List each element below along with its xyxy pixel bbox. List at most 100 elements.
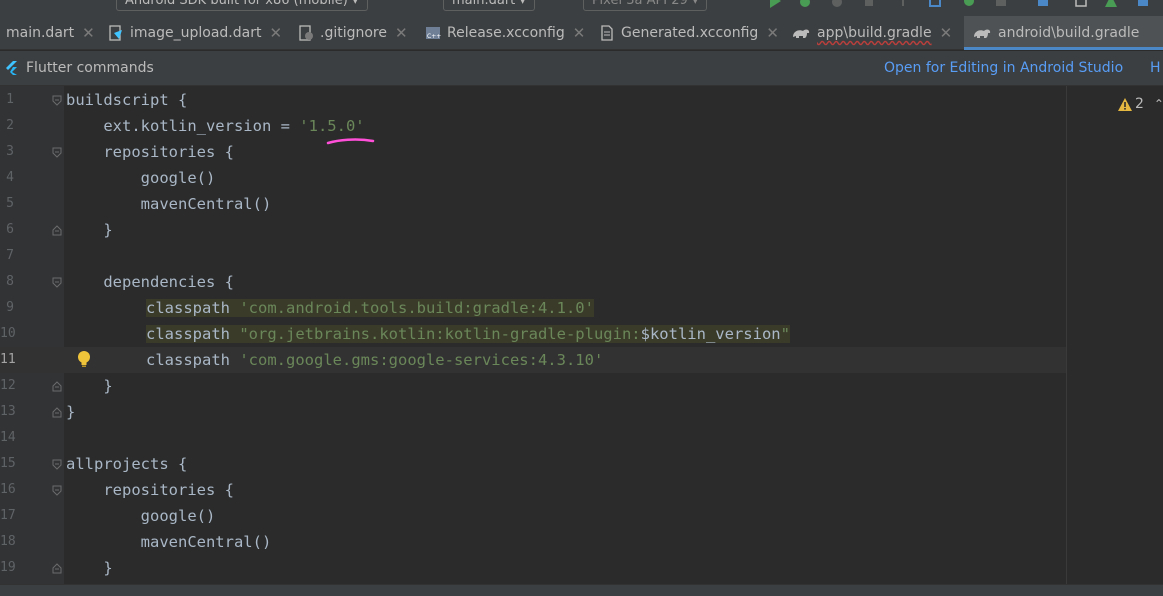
emulator-selector[interactable]: Pixel 3a API 29 ▾ — [583, 0, 708, 11]
emulator-label: Pixel 3a API 29 — [592, 0, 688, 8]
code-text: classpath 'com.android.tools.build:gradl… — [146, 295, 594, 321]
line-number: 3 — [6, 144, 14, 159]
run-icon[interactable] — [768, 0, 782, 8]
line-number: 2 — [6, 118, 14, 133]
code-line: 6 } — [0, 217, 1066, 243]
stop-icon[interactable] — [994, 0, 1008, 8]
code-line: 5 mavenCentral() — [0, 191, 1066, 217]
line-number: 4 — [6, 170, 14, 185]
apply-changes-icon[interactable] — [928, 0, 942, 8]
tab-android-build-gradle[interactable]: android\build.gradle — [964, 16, 1163, 50]
banner-title: Flutter commands — [26, 60, 154, 76]
code-token: classpath — [146, 351, 230, 369]
tab-label: android\build.gradle — [998, 25, 1140, 41]
inspection-widget[interactable]: 2 ⌃ — [1118, 96, 1163, 112]
editor-right-margin — [1066, 86, 1067, 584]
warning-count: 2 — [1135, 96, 1144, 112]
project-structure-icon[interactable] — [1136, 0, 1150, 8]
gradle-icon — [974, 29, 991, 38]
line-number: 19 — [0, 560, 16, 575]
close-icon[interactable]: ✕ — [82, 24, 95, 42]
fold-end-icon[interactable] — [52, 225, 62, 236]
code-line: 2 ext.kotlin_version = '1.5.0' — [0, 113, 1066, 139]
attach-icon[interactable] — [896, 0, 910, 8]
tab-main-dart[interactable]: main.dart ✕ — [6, 16, 95, 50]
code-line: 14 — [0, 425, 1066, 451]
code-line: 18 mavenCentral() — [0, 529, 1066, 555]
fold-icon[interactable] — [52, 485, 62, 496]
code-line: 16 repositories { — [0, 477, 1066, 503]
warning-icon — [1118, 97, 1132, 111]
code-text: mavenCentral() — [66, 195, 272, 213]
tab-label: app\build.gradle — [817, 25, 932, 41]
tab-image-upload-dart[interactable]: image_upload.dart ✕ — [108, 16, 282, 50]
code-line: 1 buildscript { — [0, 87, 1066, 113]
line-number: 15 — [0, 456, 16, 471]
tab-label: main.dart — [6, 25, 75, 41]
code-text: } — [66, 559, 113, 577]
chevron-up-icon[interactable]: ⌃ — [1154, 97, 1163, 111]
hot-reload-icon[interactable] — [830, 0, 844, 8]
line-number: 5 — [6, 196, 14, 211]
line-number: 7 — [6, 248, 14, 263]
line-number: 8 — [6, 274, 14, 289]
line-number: 11 — [0, 352, 16, 367]
cpp-file-icon: C++ — [426, 27, 441, 40]
flutter-icon — [6, 61, 17, 75]
close-icon[interactable]: ✕ — [395, 24, 408, 42]
hide-link[interactable]: H — [1150, 60, 1161, 76]
run-config-selector[interactable]: main.dart ▾ — [443, 0, 535, 11]
code-text: repositories { — [66, 143, 234, 161]
code-text: allprojects { — [66, 455, 188, 473]
code-line: 19 } — [0, 555, 1066, 581]
sdk-manager-icon[interactable] — [1104, 0, 1118, 8]
close-icon[interactable]: ✕ — [766, 24, 779, 42]
code-line-current: 11 classpath 'com.google.gms:google-serv… — [0, 347, 1066, 373]
fold-end-icon[interactable] — [52, 407, 62, 418]
line-number: 9 — [6, 300, 14, 315]
fold-icon[interactable] — [52, 277, 62, 288]
code-line: 3 repositories { — [0, 139, 1066, 165]
code-string: 'com.google.gms:google-services:4.3.10' — [239, 351, 604, 369]
device-selector[interactable]: Android SDK built for x86 (mobile) ▾ — [116, 0, 368, 11]
code-editor[interactable]: 1 buildscript { 2 ext.kotlin_version = '… — [0, 86, 1163, 584]
gradle-icon — [793, 29, 810, 38]
debug-icon[interactable] — [798, 0, 812, 8]
code-token: ext.kotlin_version = — [66, 117, 300, 135]
fold-icon[interactable] — [52, 147, 62, 158]
code-line: 15 allprojects { — [0, 451, 1066, 477]
line-number: 14 — [0, 430, 16, 445]
fold-icon[interactable] — [52, 95, 62, 106]
code-text: ext.kotlin_version = '1.5.0' — [66, 113, 365, 139]
layout-inspector-icon[interactable] — [1074, 0, 1088, 8]
editor-tab-bar: main.dart ✕ image_upload.dart ✕ .gitigno… — [0, 16, 1163, 50]
code-variable: $kotlin_version — [640, 325, 781, 343]
tab-generated-xcconfig[interactable]: Generated.xcconfig ✕ — [599, 16, 779, 50]
tab-release-xcconfig[interactable]: C++ Release.xcconfig ✕ — [425, 16, 585, 50]
fold-end-icon[interactable] — [52, 381, 62, 392]
close-icon[interactable]: ✕ — [940, 24, 953, 42]
lightbulb-icon[interactable] — [77, 350, 91, 368]
tab-gitignore[interactable]: .gitignore ✕ — [298, 16, 408, 50]
kotlin-version-string: '1.5.0' — [299, 117, 365, 135]
close-icon[interactable]: ✕ — [269, 24, 282, 42]
device-manager-icon[interactable] — [1036, 0, 1050, 8]
flutter-commands-banner: Flutter commands Open for Editing in And… — [0, 51, 1163, 86]
fold-icon[interactable] — [52, 459, 62, 470]
code-text: } — [66, 377, 113, 395]
code-text: mavenCentral() — [66, 533, 272, 551]
fold-end-icon[interactable] — [52, 563, 62, 574]
open-in-android-studio-link[interactable]: Open for Editing in Android Studio — [884, 60, 1123, 76]
code-line: 13 } — [0, 399, 1066, 425]
file-icon — [601, 25, 613, 41]
code-text: classpath "org.jetbrains.kotlin:kotlin-g… — [146, 321, 790, 347]
code-text: } — [66, 403, 76, 421]
code-token: classpath — [146, 299, 230, 317]
profile-icon[interactable] — [862, 0, 876, 8]
close-icon[interactable]: ✕ — [573, 24, 586, 42]
gradle-sync-icon[interactable] — [962, 0, 976, 8]
gitignore-icon — [299, 25, 313, 41]
code-line: 4 google() — [0, 165, 1066, 191]
tab-label: .gitignore — [320, 25, 387, 41]
tab-app-build-gradle[interactable]: app\build.gradle ✕ — [791, 16, 952, 50]
